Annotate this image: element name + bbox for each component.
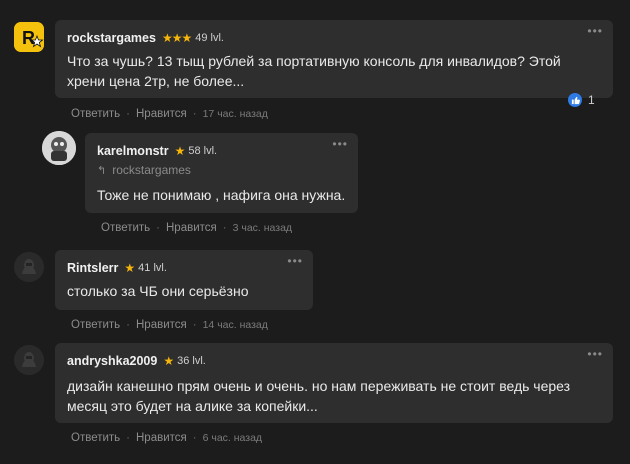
separator: · xyxy=(192,108,197,120)
comment-actions: Ответить · Нравится · 6 час. назад xyxy=(71,432,262,444)
default-avatar-icon xyxy=(14,345,44,375)
separator: · xyxy=(156,222,160,234)
user-level: 58 lvl. xyxy=(188,145,218,157)
comment-actions: Ответить · Нравится · 17 час. назад xyxy=(71,108,268,120)
svg-text:R: R xyxy=(22,28,35,48)
separator: · xyxy=(192,432,197,444)
comment-bubble: rockstargames ★★★ 49 lvl. ••• Что за чуш… xyxy=(55,20,613,98)
reply-link[interactable]: Ответить xyxy=(71,108,120,120)
rank-stars-icon: ★ xyxy=(163,354,174,368)
like-link[interactable]: Нравится xyxy=(136,432,187,444)
avatar[interactable] xyxy=(14,252,44,282)
avatar[interactable]: R xyxy=(14,22,44,52)
comment-text: Что за чушь? 13 тыщ рублей за портативну… xyxy=(67,53,561,89)
separator: · xyxy=(126,108,130,120)
more-options-icon[interactable]: ••• xyxy=(287,254,303,268)
avatar[interactable] xyxy=(14,345,44,375)
username[interactable]: Rintslerr xyxy=(67,261,118,275)
thumbs-up-icon xyxy=(568,93,582,107)
comment-text: дизайн канешно прям очень и очень. но на… xyxy=(67,378,571,414)
like-link[interactable]: Нравится xyxy=(136,108,187,120)
rank-stars-icon: ★ xyxy=(174,144,186,158)
separator: · xyxy=(126,319,130,331)
reply-arrow-icon: ↰ xyxy=(97,164,107,177)
reply-to-username: rockstargames xyxy=(112,163,191,177)
timestamp: 6 час. назад xyxy=(202,432,263,444)
username[interactable]: andryshka2009 xyxy=(67,354,157,368)
user-avatar-icon xyxy=(42,131,76,165)
separator: · xyxy=(192,319,197,331)
rockstar-logo-icon: R xyxy=(14,22,44,52)
like-link[interactable]: Нравится xyxy=(166,222,217,234)
like-counter[interactable]: 1 xyxy=(568,93,595,107)
separator: · xyxy=(126,432,130,444)
default-avatar-icon xyxy=(14,252,44,282)
comment-text: столько за ЧБ они серьёзно xyxy=(67,283,249,299)
more-options-icon[interactable]: ••• xyxy=(332,137,348,151)
like-count: 1 xyxy=(588,93,595,107)
timestamp: 17 час. назад xyxy=(202,108,268,120)
avatar[interactable] xyxy=(42,131,76,165)
more-options-icon[interactable]: ••• xyxy=(587,347,603,361)
like-link[interactable]: Нравится xyxy=(136,319,187,331)
rank-stars-icon: ★★★ xyxy=(161,31,192,45)
reply-link[interactable]: Ответить xyxy=(71,319,120,331)
comment-text: Тоже не понимаю , нафига она нужна. xyxy=(97,187,346,203)
user-level: 41 lvl. xyxy=(138,262,167,274)
comment-bubble: karelmonstr ★ 58 lvl. ••• ↰ rockstargame… xyxy=(85,133,358,213)
comment-actions: Ответить · Нравится · 14 час. назад xyxy=(71,319,268,331)
user-level: 36 lvl. xyxy=(177,355,206,367)
username[interactable]: rockstargames xyxy=(67,31,156,45)
reply-link[interactable]: Ответить xyxy=(101,222,150,234)
user-level: 49 lvl. xyxy=(195,32,224,44)
comment-actions: Ответить · Нравится · 3 час. назад xyxy=(101,222,292,234)
comment-bubble: andryshka2009 ★ 36 lvl. ••• дизайн канеш… xyxy=(55,343,613,423)
reply-to[interactable]: ↰ rockstargames xyxy=(97,163,191,177)
more-options-icon[interactable]: ••• xyxy=(587,24,603,38)
rank-stars-icon: ★ xyxy=(124,261,135,275)
reply-link[interactable]: Ответить xyxy=(71,432,120,444)
username[interactable]: karelmonstr xyxy=(97,144,169,158)
separator: · xyxy=(222,222,227,234)
timestamp: 14 час. назад xyxy=(202,319,268,331)
timestamp: 3 час. назад xyxy=(232,222,293,234)
comment-bubble: Rintslerr ★ 41 lvl. ••• столько за ЧБ он… xyxy=(55,250,313,310)
